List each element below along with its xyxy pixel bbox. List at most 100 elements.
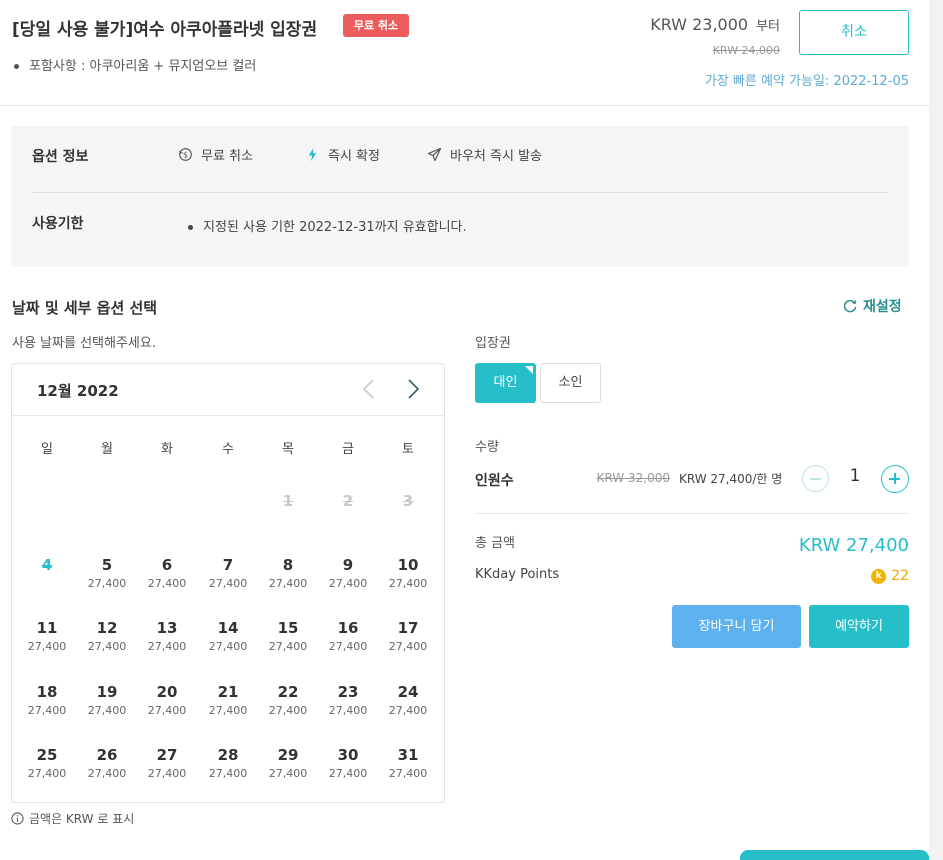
weekday-label: 토 [402, 442, 414, 457]
feature-instant-confirm: 즉시 확정 [305, 145, 380, 164]
currency-note-text: 금액은 KRW 로 표시 [29, 812, 135, 826]
original-price: KRW 24,000 [712, 44, 780, 57]
day-price: 27,400 [208, 640, 248, 653]
calendar-day[interactable]: 5 27,400 [77, 554, 137, 590]
day-price: 27,400 [147, 704, 187, 717]
calendar-day: 1 [258, 490, 318, 512]
feature-free-cancel: $ 무료 취소 [178, 145, 253, 164]
calendar-day[interactable]: 27 27,400 [137, 744, 197, 780]
calendar-day[interactable]: 23 27,400 [318, 681, 378, 717]
reset-label: 재설정 [863, 299, 902, 315]
points-value: 22 [891, 568, 909, 584]
increase-quantity-button[interactable] [881, 465, 909, 493]
calendar-day: 2 [318, 490, 378, 512]
calendar-day[interactable]: 16 27,400 [318, 617, 378, 653]
day-price: 27,400 [87, 577, 127, 590]
day-number: 6 [161, 556, 173, 574]
calendar-day[interactable]: 12 27,400 [77, 617, 137, 653]
day-number: 21 [217, 683, 239, 701]
day-price: 27,400 [208, 577, 248, 590]
calendar-day[interactable]: 17 27,400 [378, 617, 438, 653]
includes-text: 포함사항 : 아쿠아리움 + 뮤지엄오브 컬러 [29, 59, 257, 74]
validity-text: 지정된 사용 기한 2022-12-31까지 유효합니다. [203, 220, 467, 235]
calendar-day[interactable]: 10 27,400 [378, 554, 438, 590]
calendar-day: 3 [378, 490, 438, 512]
calendar-day[interactable]: 4 [17, 554, 77, 576]
calendar-day[interactable]: 21 27,400 [198, 681, 258, 717]
points-value-group: k 22 [860, 568, 909, 584]
day-number: 14 [217, 619, 239, 637]
day-number: 23 [337, 683, 359, 701]
calendar-day[interactable]: 13 27,400 [137, 617, 197, 653]
feature-label: 즉시 확정 [328, 149, 380, 164]
calendar-day[interactable]: 24 27,400 [378, 681, 438, 717]
child-option-button[interactable]: 소인 [540, 363, 601, 403]
calendar-day[interactable]: 29 27,400 [258, 744, 318, 780]
day-number: 18 [36, 683, 58, 701]
reset-link[interactable]: 재설정 [842, 296, 902, 316]
book-now-button[interactable]: 예약하기 [809, 605, 909, 648]
points-coin-icon: k [871, 568, 887, 584]
calendar-day[interactable]: 30 27,400 [318, 744, 378, 780]
feature-instant-voucher: 바우처 즉시 발송 [427, 145, 542, 164]
page-scroll-rail [929, 0, 943, 860]
next-month-button[interactable] [402, 376, 424, 402]
day-number: 7 [222, 556, 234, 574]
calendar-day[interactable]: 20 27,400 [137, 681, 197, 717]
day-number: 30 [337, 746, 359, 764]
day-price: 27,400 [268, 767, 308, 780]
day-number: 10 [397, 556, 419, 574]
calendar-day[interactable]: 31 27,400 [378, 744, 438, 780]
price-from-value: KRW 23,000 [650, 15, 749, 34]
calendar-day[interactable]: 7 27,400 [198, 554, 258, 590]
panel-divider [32, 192, 888, 193]
day-price: 27,400 [328, 640, 368, 653]
calendar-day[interactable]: 18 27,400 [17, 681, 77, 717]
calendar-day[interactable]: 9 27,400 [318, 554, 378, 590]
day-number: 29 [277, 746, 299, 764]
day-price: 27,400 [388, 577, 428, 590]
product-title: [당일 사용 불가]여수 아쿠아플라넷 입장권 [12, 20, 318, 40]
day-price: 27,400 [268, 640, 308, 653]
day-number: 2 [342, 492, 354, 510]
day-price: 27,400 [27, 704, 67, 717]
add-to-cart-button[interactable]: 장바구니 담기 [672, 605, 801, 648]
validity-label: 사용기한 [32, 216, 84, 232]
unit-price: KRW 27,400/한 명 [679, 472, 783, 486]
feature-label: 무료 취소 [201, 149, 253, 164]
calendar-day[interactable]: 11 27,400 [17, 617, 77, 653]
calendar-month: 12월 2022 [37, 382, 119, 400]
calendar-day[interactable]: 8 27,400 [258, 554, 318, 590]
day-number: 26 [96, 746, 118, 764]
day-price: 27,400 [147, 640, 187, 653]
calendar-divider [12, 415, 444, 416]
send-icon [427, 147, 442, 162]
calendar-day[interactable]: 14 27,400 [198, 617, 258, 653]
day-number: 15 [277, 619, 299, 637]
ticket-label: 입장권 [475, 336, 511, 351]
decrease-quantity-button[interactable] [802, 465, 829, 492]
calendar-day[interactable]: 19 27,400 [77, 681, 137, 717]
day-number: 4 [41, 556, 53, 574]
day-price: 27,400 [328, 704, 368, 717]
day-price: 27,400 [388, 640, 428, 653]
day-number: 5 [101, 556, 113, 574]
currency-note: 금액은 KRW 로 표시 [11, 810, 134, 827]
day-number: 27 [156, 746, 178, 764]
section-title: 날짜 및 세부 옵션 선택 [12, 299, 158, 317]
quantity-value: 1 [849, 466, 861, 486]
day-number: 8 [282, 556, 294, 574]
calendar-day[interactable]: 6 27,400 [137, 554, 197, 590]
calendar-day[interactable]: 28 27,400 [198, 744, 258, 780]
calendar-day[interactable]: 25 27,400 [17, 744, 77, 780]
floating-bottom-tab[interactable] [740, 850, 929, 860]
day-price: 27,400 [388, 704, 428, 717]
info-icon [11, 812, 24, 825]
day-number: 22 [277, 683, 299, 701]
day-price: 27,400 [87, 640, 127, 653]
prev-month-button[interactable] [358, 376, 380, 402]
calendar-day[interactable]: 22 27,400 [258, 681, 318, 717]
calendar-day[interactable]: 15 27,400 [258, 617, 318, 653]
calendar-day[interactable]: 26 27,400 [77, 744, 137, 780]
cancel-button[interactable]: 취소 [799, 10, 909, 55]
